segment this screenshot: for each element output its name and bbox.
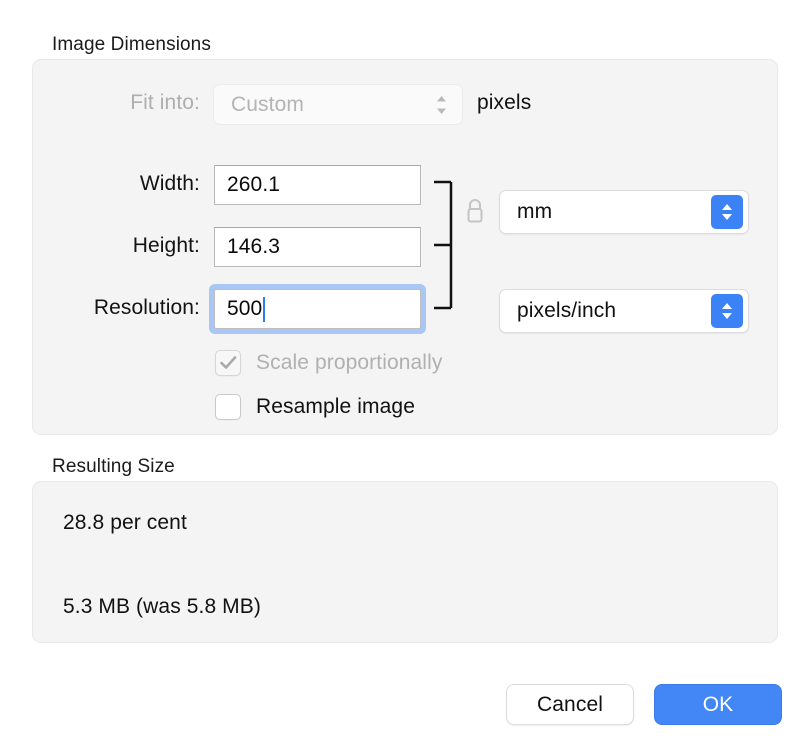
fit-into-unit-label: pixels — [477, 91, 532, 114]
size-unit-value: mm — [517, 200, 553, 223]
lock-closed-icon — [463, 197, 487, 225]
scale-proportionally-checkbox — [215, 350, 241, 376]
resolution-unit-stepper-icon[interactable] — [711, 294, 743, 328]
ok-button[interactable]: OK — [654, 684, 782, 725]
width-input[interactable]: 260.1 — [214, 165, 421, 205]
scale-proportionally-checkbox-row: Scale proportionally — [215, 350, 442, 376]
resulting-size-group-label: Resulting Size — [52, 456, 175, 477]
resolution-value: 500 — [227, 297, 263, 320]
resulting-percent-value: 28.8 per cent — [63, 511, 187, 534]
height-input[interactable]: 146.3 — [214, 227, 421, 267]
size-unit-stepper-icon[interactable] — [711, 195, 743, 229]
cancel-button[interactable]: Cancel — [506, 684, 634, 725]
field-link-bracket — [433, 180, 457, 310]
resolution-unit-popup-button[interactable]: pixels/inch — [499, 289, 749, 333]
checkmark-icon — [219, 356, 236, 369]
width-label: Width: — [139, 172, 200, 195]
resample-image-checkbox[interactable] — [215, 394, 241, 420]
fit-into-label: Fit into: — [130, 91, 200, 114]
resulting-file-size-value: 5.3 MB (was 5.8 MB) — [63, 595, 261, 618]
resolution-focus-ring: 500 — [209, 284, 426, 334]
chevron-up-down-icon — [435, 94, 448, 116]
size-unit-popup-button[interactable]: mm — [499, 190, 749, 234]
fit-into-popup-button[interactable]: Custom — [213, 84, 463, 125]
resample-image-checkbox-row[interactable]: Resample image — [215, 394, 415, 420]
resample-image-label: Resample image — [256, 395, 415, 418]
resolution-input[interactable]: 500 — [214, 289, 421, 329]
height-label: Height: — [132, 234, 200, 257]
resolution-label: Resolution: — [93, 296, 200, 319]
fit-into-value: Custom — [231, 92, 304, 116]
scale-proportionally-label: Scale proportionally — [256, 351, 443, 374]
text-cursor — [263, 296, 266, 322]
resolution-unit-value: pixels/inch — [517, 299, 617, 322]
image-dimensions-group-label: Image Dimensions — [52, 34, 211, 55]
